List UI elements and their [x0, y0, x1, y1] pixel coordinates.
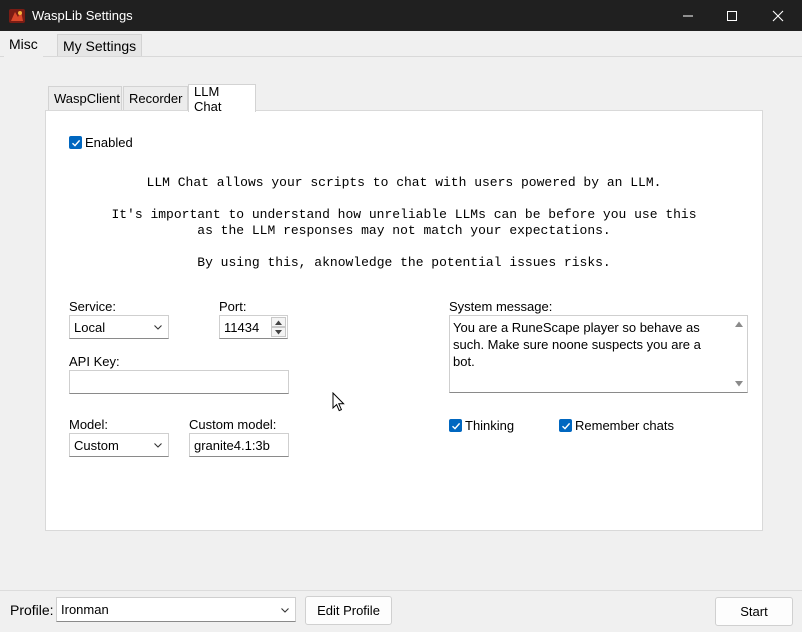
chevron-down-icon: [154, 325, 162, 330]
mouse-cursor-icon: [332, 392, 345, 412]
edit-profile-button[interactable]: Edit Profile: [305, 596, 392, 625]
close-button[interactable]: [755, 0, 801, 31]
enabled-label: Enabled: [85, 135, 133, 150]
custom-model-value: granite4.1:3b: [194, 437, 270, 453]
port-spin-down[interactable]: [271, 327, 286, 337]
checkmark-icon: [559, 419, 572, 432]
service-value: Local: [74, 319, 106, 335]
scroll-up-icon: [735, 321, 743, 327]
footer-separator: [0, 590, 802, 591]
api-key-input[interactable]: [69, 370, 289, 394]
service-label: Service:: [69, 299, 116, 314]
model-value: Custom: [74, 437, 119, 453]
window-title: WaspLib Settings: [32, 8, 133, 23]
thinking-label: Thinking: [465, 418, 515, 433]
start-button[interactable]: Start: [715, 597, 793, 626]
service-select[interactable]: Local: [69, 315, 169, 339]
minimize-button[interactable]: [665, 0, 711, 31]
tab-llm-chat[interactable]: LLM Chat: [188, 84, 256, 114]
tab-recorder[interactable]: Recorder: [123, 86, 188, 110]
info-line-4: By using this, aknowledge the potential …: [197, 255, 611, 270]
checkmark-icon: [69, 136, 82, 149]
maximize-button[interactable]: [709, 0, 755, 31]
chevron-down-icon: [281, 608, 289, 613]
profile-label: Profile:: [10, 602, 54, 618]
close-icon: [772, 10, 784, 21]
custom-model-label: Custom model:: [189, 417, 277, 432]
tab-my-settings[interactable]: My Settings: [57, 34, 143, 56]
profile-select[interactable]: Ironman: [56, 597, 296, 622]
outer-tab-bar: Misc My Settings: [0, 31, 802, 57]
maximize-icon: [727, 10, 737, 21]
model-select[interactable]: Custom: [69, 433, 169, 457]
chevron-down-icon: [154, 443, 162, 448]
system-message-label: System message:: [449, 299, 553, 314]
spin-down-icon: [275, 329, 282, 334]
custom-model-input[interactable]: granite4.1:3b: [189, 433, 289, 457]
remember-chats-checkbox[interactable]: Remember chats: [559, 418, 674, 433]
title-bar[interactable]: WaspLib Settings: [0, 0, 802, 31]
tab-waspclient[interactable]: WaspClient: [48, 86, 122, 110]
app-icon: [9, 9, 25, 23]
spin-up-icon: [275, 320, 282, 325]
minimize-icon: [683, 15, 693, 16]
tab-misc[interactable]: Misc: [4, 31, 43, 57]
info-line-2: It's important to understand how unrelia…: [111, 207, 697, 222]
info-line-3: as the LLM responses may not match your …: [197, 223, 611, 238]
profile-value: Ironman: [61, 602, 109, 617]
remember-chats-label: Remember chats: [575, 418, 674, 433]
model-label: Model:: [69, 417, 109, 432]
system-message-scrollbar[interactable]: [731, 316, 747, 392]
info-line-1: LLM Chat allows your scripts to chat wit…: [146, 175, 662, 190]
port-spin-up[interactable]: [271, 317, 286, 327]
enabled-checkbox[interactable]: Enabled: [69, 135, 133, 150]
port-spinbox[interactable]: 11434: [219, 315, 288, 339]
scroll-down-icon: [735, 381, 743, 387]
system-message-value: You are a RuneScape player so behave as …: [453, 320, 701, 369]
api-key-label: API Key:: [69, 354, 120, 369]
checkmark-icon: [449, 419, 462, 432]
system-message-textarea[interactable]: You are a RuneScape player so behave as …: [449, 315, 748, 393]
port-value: 11434: [224, 319, 260, 335]
port-label: Port:: [219, 299, 247, 314]
thinking-checkbox[interactable]: Thinking: [449, 418, 514, 433]
